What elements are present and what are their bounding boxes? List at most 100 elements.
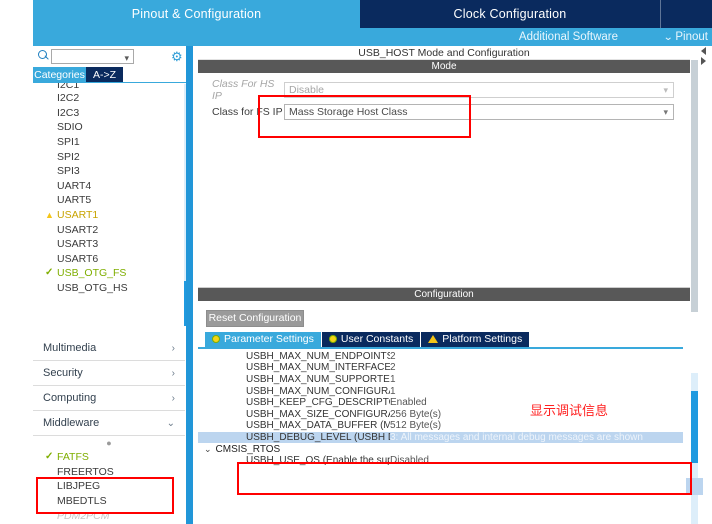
table-row[interactable]: USBH_MAX_NUM_INTERFACES (Maximun num... …: [198, 362, 683, 374]
table-row[interactable]: USBH_MAX_NUM_CONFIGURATION (Maximun ... …: [198, 385, 683, 397]
list-item[interactable]: USART6: [33, 252, 193, 267]
page-title: USB_HOST Mode and Configuration: [198, 46, 690, 60]
mode-section-body: Class For HS IP Disable ▾ Class for FS I…: [198, 73, 690, 288]
list-item[interactable]: USART3: [33, 237, 193, 252]
left-panel-scrollbar[interactable]: [186, 46, 193, 524]
ip-label: UART4: [57, 179, 92, 192]
sidebar-item-security[interactable]: Security ›: [33, 361, 185, 386]
sidebar-item-pdm2pcm[interactable]: PDM2PCM: [33, 508, 185, 523]
search-input[interactable]: ▾: [51, 48, 134, 64]
parameter-value: 1: [390, 385, 396, 397]
reset-configuration-label: Reset Configuration: [208, 312, 302, 324]
additional-software-button[interactable]: Additional Software: [519, 31, 618, 43]
parameter-list-scrollbar-thumb[interactable]: [691, 391, 698, 463]
tab-pinout-configuration[interactable]: Pinout & Configuration: [33, 0, 360, 28]
configuration-panel: USB_HOST Mode and Configuration Mode Cla…: [198, 46, 698, 524]
chevron-right-icon: ›: [171, 392, 175, 404]
page-title-label: USB_HOST Mode and Configuration: [358, 46, 530, 59]
pinout-menu[interactable]: ⌄ Pinout: [663, 31, 708, 43]
table-row[interactable]: USBH_KEEP_CFG_DESCRIPTOR (Keep the co...…: [198, 397, 683, 409]
class-fs-ip-select[interactable]: Mass Storage Host Class ▾: [284, 104, 674, 120]
gear-icon[interactable]: ⚙: [171, 50, 184, 63]
list-item[interactable]: USART2: [33, 222, 193, 237]
reset-configuration-button[interactable]: Reset Configuration: [206, 309, 304, 327]
ip-list: I2C1 I2C2 I2C3 SDIO SPI1 SPI2 SPI3 UART4…: [33, 83, 193, 295]
ip-label: SPI3: [57, 165, 80, 178]
list-item[interactable]: SPI2: [33, 149, 193, 164]
table-row[interactable]: USBH_MAX_SIZE_CONFIGURATION (Maximun ...…: [198, 408, 683, 420]
sidebar-item-multimedia[interactable]: Multimedia ›: [33, 336, 185, 361]
class-fs-ip-label: Class for FS IP: [212, 106, 283, 118]
reset-row: Reset Configuration: [198, 301, 690, 332]
check-icon: ✓: [45, 451, 54, 463]
ip-tree-panel: ▾ ⚙ Categories A->Z I2C1 I2C2 I2C3 SDIO …: [33, 46, 193, 524]
class-hs-ip-select[interactable]: Disable ▾: [284, 82, 674, 98]
sidebar-item-libjpeg[interactable]: LIBJPEG: [33, 479, 185, 494]
ip-label: USART2: [57, 223, 99, 236]
list-item[interactable]: I2C1: [33, 83, 193, 91]
middleware-label: MBEDTLS: [57, 495, 107, 508]
sidebar-item-fatfs[interactable]: ✓ FATFS: [33, 450, 185, 465]
ip-label: SDIO: [57, 121, 83, 134]
chevron-right-icon[interactable]: [700, 57, 706, 65]
parameter-name: USBH_USE_OS (Enable the support of an RT…: [246, 455, 390, 467]
parameter-group-label: CMSIS_RTOS: [215, 443, 281, 455]
list-item[interactable]: SPI1: [33, 135, 193, 150]
sidebar-item-mbedtls[interactable]: MBEDTLS: [33, 494, 185, 509]
ip-label: I2C2: [57, 92, 80, 105]
pin-handle-icon[interactable]: ●: [33, 439, 185, 450]
panel-collapse-arrows[interactable]: [697, 47, 709, 73]
parameter-group-cmsis-rtos[interactable]: ⌄ CMSIS_RTOS: [198, 443, 683, 455]
left-panel-scrollbar-thumb[interactable]: [186, 46, 193, 524]
tab-categories-label: Categories: [34, 68, 85, 81]
tab-platform-settings[interactable]: Platform Settings: [421, 331, 531, 347]
list-item[interactable]: UART5: [33, 193, 193, 208]
parameter-name: USBH_MAX_NUM_INTERFACES (Maximun num...: [246, 362, 390, 374]
table-row-usbh-debug-level[interactable]: USBH_DEBUG_LEVEL (USBH Debug Level) 3: A…: [198, 431, 683, 444]
tab-parameter-settings[interactable]: Parameter Settings: [205, 331, 322, 347]
parameter-name: USBH_MAX_SIZE_CONFIGURATION (Maximun ...: [246, 408, 390, 420]
parameter-name: USBH_MAX_NUM_CONFIGURATION (Maximun ...: [246, 385, 390, 397]
table-row[interactable]: USBH_MAX_NUM_ENDPOINTS (Maximum num... 2: [198, 351, 683, 363]
parameter-value: 3: All messages and internal debug messa…: [390, 431, 643, 443]
tab-a-to-z[interactable]: A->Z: [86, 67, 123, 82]
tab-user-constants[interactable]: User Constants: [321, 331, 422, 347]
chevron-down-icon: ⌄: [204, 443, 212, 454]
table-row[interactable]: USBH_USE_OS (Enable the support of an RT…: [198, 455, 683, 467]
sidebar-item-freertos[interactable]: FREERTOS: [33, 465, 185, 480]
list-item[interactable]: USB_OTG_HS: [33, 281, 193, 296]
table-row[interactable]: USBH_MAX_NUM_SUPPORTED_CLASS (Maxi... 1: [198, 374, 683, 386]
sidebar-item-middleware[interactable]: Middleware ⌄: [33, 411, 185, 436]
tab-categories[interactable]: Categories: [33, 67, 86, 82]
field-class-for-hs-ip: Class For HS IP Disable ▾: [198, 78, 690, 102]
parameter-list-scrollbar[interactable]: [691, 373, 698, 524]
tab-overflow[interactable]: [660, 0, 712, 28]
sidebar-item-computing[interactable]: Computing ›: [33, 386, 185, 411]
search-row: ▾ ⚙: [33, 46, 193, 66]
list-item-usb-otg-fs[interactable]: ✓ USB_OTG_FS: [33, 266, 193, 281]
ip-label: USART3: [57, 238, 99, 251]
table-row[interactable]: USBH_MAX_DATA_BUFFER (Maximum size of t.…: [198, 420, 683, 432]
parameter-name: USBH_MAX_NUM_SUPPORTED_CLASS (Maxi...: [246, 373, 390, 385]
list-item[interactable]: I2C3: [33, 106, 193, 121]
list-item[interactable]: SPI3: [33, 164, 193, 179]
ip-label: USART1: [57, 209, 99, 222]
chevron-left-icon[interactable]: [700, 47, 706, 55]
configuration-section-label: Configuration: [414, 289, 474, 300]
list-item[interactable]: SDIO: [33, 120, 193, 135]
list-item[interactable]: I2C2: [33, 91, 193, 106]
list-item[interactable]: UART4: [33, 179, 193, 194]
stm32cubemx-window: Pinout & Configuration Clock Configurati…: [0, 0, 712, 524]
tab-a-to-z-label: A->Z: [92, 68, 117, 81]
list-item-usart1[interactable]: ▲ USART1: [33, 208, 193, 223]
parameter-value: 2: [390, 362, 396, 374]
tab-clock-configuration[interactable]: Clock Configuration: [360, 0, 660, 28]
parameter-list-selection-indicator: [686, 478, 703, 495]
ip-label: USART6: [57, 252, 99, 265]
check-circle-icon: [328, 335, 337, 343]
category-accordion: Multimedia › Security › Computing › Midd…: [33, 336, 185, 436]
class-hs-ip-label: Class For HS IP: [212, 78, 275, 102]
ip-label: USB_OTG_FS: [57, 267, 127, 280]
warning-triangle-icon: [428, 335, 439, 343]
mode-panel-scrollbar[interactable]: [691, 60, 698, 312]
